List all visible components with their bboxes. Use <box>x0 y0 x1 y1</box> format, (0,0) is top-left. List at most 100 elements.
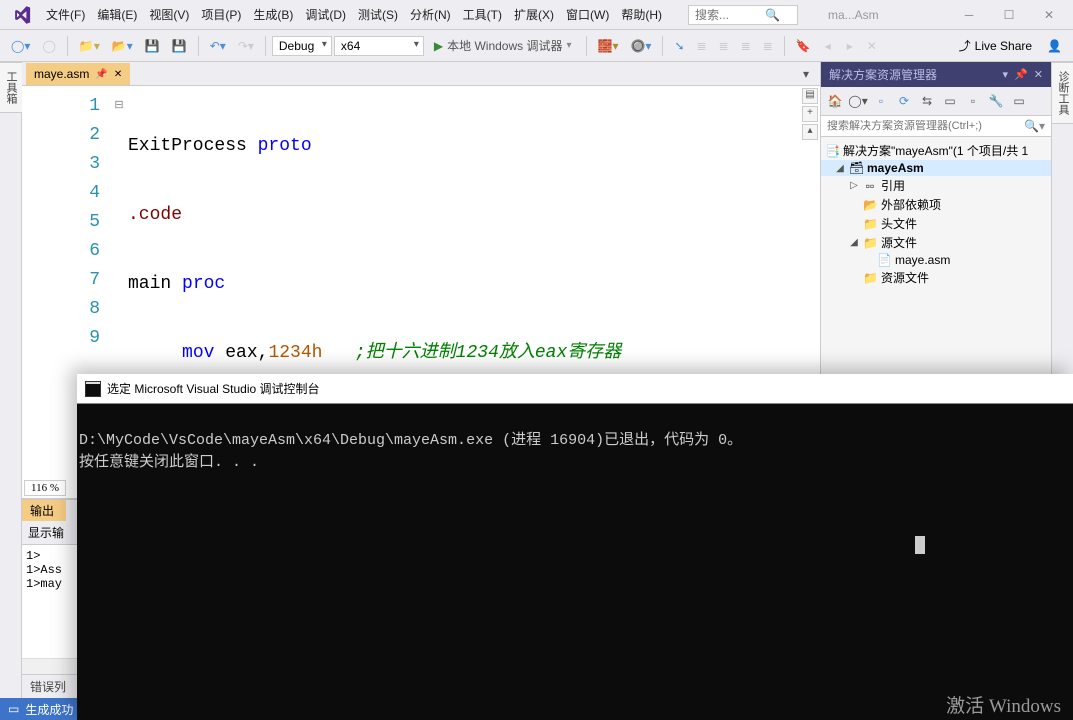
menu-analyze[interactable]: 分析(N) <box>404 2 457 27</box>
panel-dropdown-button[interactable]: ▾ <box>1003 68 1009 81</box>
home-button[interactable]: 🏠 <box>825 91 845 111</box>
console-icon <box>85 381 101 397</box>
menu-help[interactable]: 帮助(H) <box>615 2 668 27</box>
output-show-label: 显示输 <box>28 524 64 541</box>
solution-title: 解决方案资源管理器 ▾ 📌 ✕ <box>821 62 1051 87</box>
fold-toggle[interactable]: ⊟ <box>112 92 126 121</box>
pin-icon[interactable]: 📌 <box>95 69 107 80</box>
console-body[interactable]: D:\MyCode\VsCode\mayeAsm\x64\Debug\mayeA… <box>77 404 1073 720</box>
scroll-up-icon[interactable]: ▴ <box>802 124 818 140</box>
config-combo[interactable]: Debug <box>272 36 332 56</box>
solution-icon: 📑 <box>825 144 839 158</box>
document-tabs: maye.asm 📌 ✕ ▾ <box>22 62 820 86</box>
tool-btn-2[interactable]: 🔘▾ <box>625 35 656 57</box>
panel-pin-button[interactable]: 📌 <box>1014 68 1028 81</box>
minimize-button[interactable]: ─ <box>949 1 989 29</box>
panel-close-button[interactable]: ✕ <box>1034 68 1043 81</box>
tree-sources[interactable]: ◢ 📁 源文件 <box>821 233 1051 252</box>
bm-clear-button[interactable]: ✕ <box>862 35 882 57</box>
search-icon: 🔍 <box>765 8 780 22</box>
step-into-button[interactable]: ➘ <box>669 35 689 57</box>
indent-button[interactable]: ≣ <box>714 35 734 57</box>
step-over-button[interactable]: ≣ <box>692 35 712 57</box>
solution-search-input[interactable] <box>827 120 1024 132</box>
solution-search[interactable]: 🔍▾ <box>821 116 1051 137</box>
tree-solution-root[interactable]: 📑 解决方案"mayeAsm"(1 个项目/共 1 <box>821 141 1051 160</box>
tree-resources[interactable]: 📁 资源文件 <box>821 268 1051 287</box>
save-all-button[interactable]: 💾 <box>167 35 192 57</box>
menu-test[interactable]: 测试(S) <box>352 2 404 27</box>
split-vert-icon[interactable]: + <box>802 106 818 122</box>
left-rail: 工具箱 <box>0 62 22 698</box>
vs-logo-icon <box>12 5 32 25</box>
menu-debug[interactable]: 调试(D) <box>299 2 352 27</box>
play-icon: ▶ <box>434 39 443 53</box>
maximize-button[interactable]: ☐ <box>989 1 1029 29</box>
bm-prev-button[interactable]: ◂ <box>818 35 838 57</box>
status-label: 生成成功 <box>25 701 73 718</box>
menu-extensions[interactable]: 扩展(X) <box>508 2 560 27</box>
tree-project[interactable]: ◢ 🗃 mayeAsm <box>821 160 1051 176</box>
menu-window[interactable]: 窗口(W) <box>560 2 615 27</box>
show-all-button[interactable]: ▫ <box>963 91 983 111</box>
bookmark-button[interactable]: 🔖 <box>791 35 816 57</box>
split-horiz-icon[interactable]: ▤ <box>802 88 818 104</box>
tab-dropdown-button[interactable]: ▾ <box>796 63 816 85</box>
menu-project[interactable]: 项目(P) <box>195 2 247 27</box>
caret-right-icon[interactable]: ▷ <box>849 180 859 191</box>
toolbox-tab[interactable]: 工具箱 <box>0 62 23 113</box>
title-docname: ma...Asm <box>818 4 889 26</box>
new-project-button[interactable]: 📁▾ <box>74 35 105 57</box>
tree-ext-deps[interactable]: 📂 外部依赖项 <box>821 195 1051 214</box>
menu-file[interactable]: 文件(F) <box>40 2 91 27</box>
undo-button[interactable]: ↶▾ <box>205 35 231 57</box>
platform-combo[interactable]: x64 <box>334 36 424 56</box>
menu-tools[interactable]: 工具(T) <box>457 2 508 27</box>
live-share-icon: ⤴ <box>959 37 971 54</box>
se-btn1[interactable]: ▫ <box>871 91 891 111</box>
console-cursor <box>915 536 925 554</box>
title-search-input[interactable] <box>695 8 765 22</box>
close-button[interactable]: ✕ <box>1029 1 1069 29</box>
title-search[interactable]: 🔍 <box>688 5 798 25</box>
caret-down-icon[interactable]: ◢ <box>849 237 859 248</box>
console-titlebar[interactable]: 选定 Microsoft Visual Studio 调试控制台 <box>77 374 1073 404</box>
tool-btn-1[interactable]: 🧱▾ <box>593 35 624 57</box>
output-tab[interactable]: 输出 <box>22 500 66 521</box>
tree-headers[interactable]: 📁 头文件 <box>821 214 1051 233</box>
comment-button[interactable]: ≣ <box>758 35 778 57</box>
live-share-label: Live Share <box>975 39 1032 53</box>
tree-references[interactable]: ▷ ▫▫ 引用 <box>821 176 1051 195</box>
sync-button[interactable]: ⇆ <box>917 91 937 111</box>
refresh-button[interactable]: ⟳ <box>894 91 914 111</box>
live-share-button[interactable]: ⤴ Live Share <box>951 35 1040 56</box>
save-button[interactable]: 💾 <box>140 35 165 57</box>
debug-console-window[interactable]: 选定 Microsoft Visual Studio 调试控制台 D:\MyCo… <box>77 374 1073 720</box>
doc-tab-maye[interactable]: maye.asm 📌 ✕ <box>26 63 130 85</box>
doc-tab-label: maye.asm <box>34 67 89 81</box>
diag-tools-tab[interactable]: 诊断工具 <box>1052 62 1073 124</box>
window-controls: ─ ☐ ✕ <box>949 1 1069 29</box>
account-button[interactable]: 👤 <box>1042 35 1067 57</box>
zoom-level[interactable]: 116 % <box>24 480 66 496</box>
status-icon: ▭ <box>8 702 19 716</box>
bm-next-button[interactable]: ▸ <box>840 35 860 57</box>
redo-button[interactable]: ↷▾ <box>233 35 259 57</box>
open-button[interactable]: 📂▾ <box>107 35 138 57</box>
close-icon[interactable]: ✕ <box>114 69 122 80</box>
properties-button[interactable]: 🔧 <box>986 91 1006 111</box>
view-combo[interactable]: ◯▾ <box>848 91 868 111</box>
caret-down-icon[interactable]: ◢ <box>835 163 845 174</box>
folder-icon: 📂 <box>863 198 877 212</box>
solution-toolbar: 🏠 ◯▾ ▫ ⟳ ⇆ ▭ ▫ 🔧 ▭ <box>821 87 1051 116</box>
menu-edit[interactable]: 编辑(E) <box>91 2 143 27</box>
tree-source-file[interactable]: 📄 maye.asm <box>821 252 1051 268</box>
menu-view[interactable]: 视图(V) <box>143 2 195 27</box>
collapse-button[interactable]: ▭ <box>940 91 960 111</box>
nav-fwd-button[interactable]: ◯ <box>37 35 60 57</box>
nav-back-button[interactable]: ◯▾ <box>6 35 35 57</box>
start-debug-button[interactable]: ▶ 本地 Windows 调试器 ▾ <box>426 35 580 57</box>
menu-build[interactable]: 生成(B) <box>247 2 299 27</box>
preview-button[interactable]: ▭ <box>1009 91 1029 111</box>
outdent-button[interactable]: ≣ <box>736 35 756 57</box>
